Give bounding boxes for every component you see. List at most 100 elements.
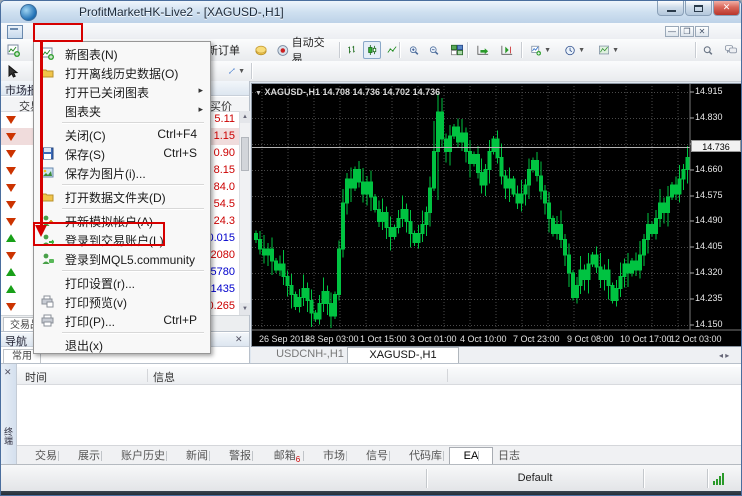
candlestick-type-button[interactable] xyxy=(363,41,381,59)
zoom-in-icon xyxy=(409,44,419,57)
chart-window-icon[interactable] xyxy=(7,25,23,39)
menu-item-label: 打开数据文件夹(D) xyxy=(65,189,166,206)
chart-dropdown-icon[interactable]: ▼ xyxy=(255,90,262,97)
menu-item-label: 保存(S) xyxy=(65,146,105,163)
chart-area[interactable] xyxy=(251,83,742,347)
terminal-tab-mailbox[interactable]: 邮箱6 xyxy=(258,448,316,464)
terminal-tab-label: EA xyxy=(464,450,479,462)
trend-down-icon xyxy=(6,116,16,124)
child-restore-button[interactable]: ❐ xyxy=(680,26,694,37)
bar-chart-icon xyxy=(347,44,357,56)
trend-up-icon xyxy=(6,268,16,276)
time-axis-label: 10 Oct 17:00 xyxy=(620,334,672,344)
indicators-icon xyxy=(531,44,541,57)
child-minimize-button[interactable]: — xyxy=(665,26,679,37)
bid-price: 84.0 xyxy=(214,181,235,193)
child-close-button[interactable]: ✕ xyxy=(695,26,709,37)
scrollbar-thumb[interactable] xyxy=(241,137,249,171)
trend-down-icon xyxy=(6,150,16,158)
menu-item-shortcut: Ctrl+S xyxy=(163,146,197,160)
file-menu-item-15[interactable]: 退出(x) xyxy=(35,335,209,354)
file-menu-item-3[interactable]: 打开已关闭图表▸ xyxy=(35,82,209,101)
current-price-box: 14.736 xyxy=(691,140,741,152)
price-chart[interactable] xyxy=(252,84,742,346)
autotrade-button[interactable]: 自动交易 xyxy=(273,41,335,59)
minimize-button[interactable] xyxy=(657,1,684,16)
zoom-out-button[interactable] xyxy=(425,41,443,59)
column-time[interactable]: 时间 xyxy=(25,369,47,385)
price-axis-label: 14.150 xyxy=(695,319,723,329)
terminal-close-icon[interactable]: ✕ xyxy=(4,367,12,378)
search-icon xyxy=(703,44,713,57)
price-axis-label: 14.660 xyxy=(695,164,723,174)
line-chart-type-button[interactable] xyxy=(383,41,401,59)
templates-dropdown-button[interactable]: ▼ xyxy=(595,41,623,59)
file-menu-item-1[interactable]: 新图表(N) xyxy=(35,44,209,63)
scroll-down-icon[interactable]: ▼ xyxy=(240,303,250,315)
window-bottom-frame xyxy=(1,491,742,496)
new-order-label: 新订单 xyxy=(207,42,240,58)
time-axis-label: 1 Oct 15:00 xyxy=(360,334,407,344)
chat-button[interactable] xyxy=(721,41,741,59)
menu-item-label: 保存为图片(i)... xyxy=(65,165,146,182)
cursor-tool-button[interactable] xyxy=(3,62,23,80)
chart-ohlc-header: ▼ XAGUSD-,H1 14.708 14.736 14.702 14.736 xyxy=(255,87,440,97)
time-axis-label: 9 Oct 08:00 xyxy=(567,334,614,344)
new-chart-icon xyxy=(7,44,20,57)
file-menu-item-12[interactable]: 打印设置(r)... xyxy=(35,273,209,292)
bid-price: 0.265 xyxy=(207,300,235,312)
file-menu-item-7[interactable]: 保存为图片(i)... xyxy=(35,163,209,182)
tile-windows-button[interactable] xyxy=(447,41,467,59)
maximize-button[interactable] xyxy=(685,1,712,16)
terminal-tab-codebase[interactable]: 代码库 xyxy=(395,448,456,464)
menu-item-label: 打印预览(v) xyxy=(65,294,127,311)
gold-tool-button[interactable] xyxy=(251,41,271,59)
file-menu-item-11[interactable]: 登录到MQL5.community xyxy=(35,249,209,268)
navigator-close-icon[interactable]: ✕ xyxy=(235,334,243,345)
trend-down-icon xyxy=(6,201,16,209)
trend-up-icon xyxy=(6,234,16,242)
new-chart-toolbar-button[interactable] xyxy=(3,41,23,59)
file-menu-item-5[interactable]: 关闭(C)Ctrl+F4 xyxy=(35,125,209,144)
minimize-icon xyxy=(667,10,676,12)
line-chart-icon xyxy=(387,44,397,56)
terminal-body xyxy=(17,385,742,446)
file-menu-item-13[interactable]: 打印预览(v) xyxy=(35,292,209,311)
terminal-tab-label: 账户历史 xyxy=(121,450,165,462)
chart-tab-xagusdh1[interactable]: XAGUSD-,H1 xyxy=(347,347,459,364)
maximize-icon xyxy=(694,5,703,12)
statusbar-profile[interactable]: Default xyxy=(429,472,641,484)
trend-down-icon xyxy=(6,303,16,311)
bid-price: 5.11 xyxy=(214,113,235,125)
app-logo-icon xyxy=(20,4,37,21)
scroll-up-icon[interactable]: ▲ xyxy=(240,111,250,123)
application-window: ProfitMarketHK-Live2 - [XAGUSD-,H1] ✕ 文件… xyxy=(0,0,742,496)
auto-scroll-button[interactable] xyxy=(473,41,493,59)
zoom-in-button[interactable] xyxy=(405,41,423,59)
indicators-dropdown-button[interactable]: ▼ xyxy=(527,41,555,59)
terminal-tab-history[interactable]: 账户历史 xyxy=(107,448,179,464)
search-button[interactable] xyxy=(699,41,717,59)
titlebar: ProfitMarketHK-Live2 - [XAGUSD-,H1] ✕ xyxy=(1,1,742,24)
file-menu-item-14[interactable]: 打印(P)...Ctrl+P xyxy=(35,311,209,330)
menu-item-label: 打开已关闭图表 xyxy=(65,84,149,101)
market-watch-scrollbar[interactable]: ▲ ▼ xyxy=(239,111,250,315)
chart-shift-button[interactable] xyxy=(497,41,517,59)
file-menu-item-4[interactable]: 图表夹▸ xyxy=(35,101,209,120)
periods-dropdown-button[interactable]: ▼ xyxy=(561,41,589,59)
terminal-tab-journal[interactable]: 日志 xyxy=(484,448,534,464)
terminal-tab-label: 市场 xyxy=(323,450,345,462)
terminal-tab-label: 交易 xyxy=(35,450,57,462)
file-menu-item-2[interactable]: 打开离线历史数据(O) xyxy=(35,63,209,82)
file-menu-item-8[interactable]: 打开数据文件夹(D) xyxy=(35,187,209,206)
bar-chart-type-button[interactable] xyxy=(343,41,361,59)
objects-dropdown-button[interactable]: ▼ xyxy=(225,62,249,80)
file-menu-item-6[interactable]: 保存(S) Ctrl+S xyxy=(35,144,209,163)
column-message[interactable]: 信息 xyxy=(153,369,175,385)
tile-windows-icon xyxy=(451,44,463,56)
zoom-out-icon xyxy=(429,44,439,57)
close-button[interactable]: ✕ xyxy=(713,1,740,16)
user-chat-icon xyxy=(41,252,54,265)
tab-scroll-arrows[interactable]: ◂ ▸ xyxy=(719,351,729,360)
terminal-caption-strip xyxy=(1,364,17,464)
